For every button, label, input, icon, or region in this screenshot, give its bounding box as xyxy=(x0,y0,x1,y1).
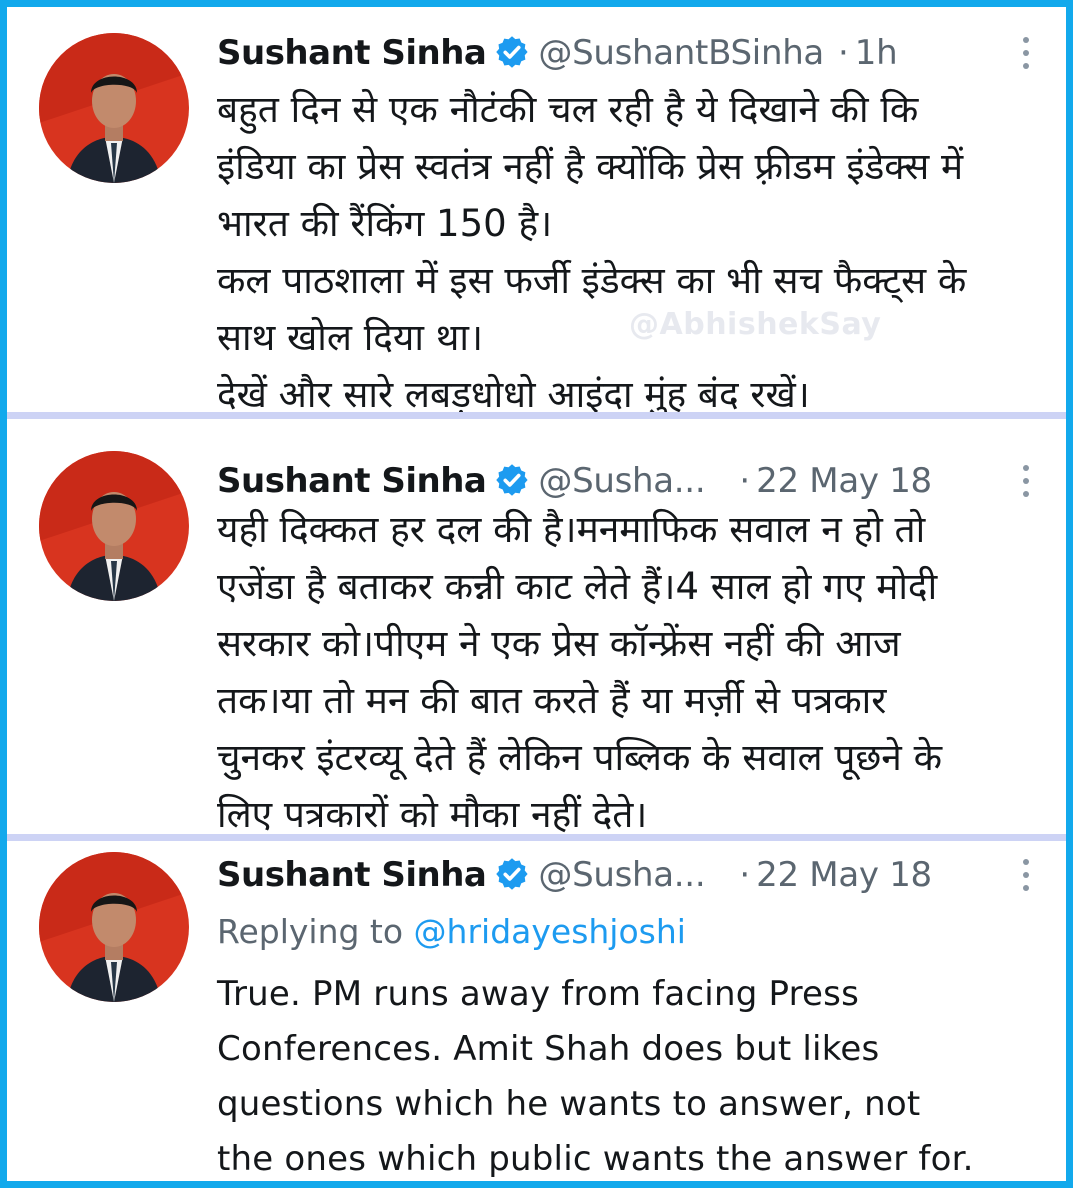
tweet-header: Sushant Sinha @Susha... · 22 May 18 xyxy=(217,455,1036,507)
avatar[interactable] xyxy=(39,451,189,601)
tweet-text-line: तक।या तो मन की बात करते हैं या मर्ज़ी से… xyxy=(217,679,887,722)
tweet-text-line: बहुत दिन से एक नौटंकी चल रही है ये दिखान… xyxy=(217,88,919,131)
avatar[interactable] xyxy=(39,852,189,1002)
author-handle[interactable]: @SushantBSinha xyxy=(538,33,824,73)
replying-to-label: Replying to xyxy=(217,912,404,951)
author-name[interactable]: Sushant Sinha xyxy=(217,855,487,895)
tweet-separator xyxy=(7,834,1066,841)
tweet-text-line: True. PM runs away from facing Press xyxy=(217,974,859,1014)
tweet-text-line: Conferences. Amit Shah does but likes xyxy=(217,1029,880,1069)
tweet-1[interactable]: Sushant Sinha @SushantBSinha · 1h बहुत दिन … xyxy=(7,7,1066,416)
tweet-3[interactable]: Sushant Sinha @Susha... · 22 May 18 Replyin… xyxy=(7,841,1066,1181)
tweet-text-line: साथ खोल दिया था। xyxy=(217,316,483,359)
tweet-header: Sushant Sinha @Susha... · 22 May 18 xyxy=(217,849,1036,901)
watermark: @AbhishekSay xyxy=(629,307,882,342)
avatar[interactable] xyxy=(39,33,189,183)
replying-to: Replying to @hridayeshjoshi xyxy=(217,907,686,957)
tweet-separator xyxy=(7,412,1066,419)
meta-separator: · xyxy=(739,461,751,501)
meta-separator: · xyxy=(837,33,849,73)
tweet-text-line: the ones which public wants the answer f… xyxy=(217,1139,974,1179)
tweet-text-line: इंडिया का प्रेस स्वतंत्र नहीं है क्योंकि… xyxy=(217,145,964,188)
reply-mention-link[interactable]: @hridayeshjoshi xyxy=(414,912,686,951)
tweet-text-line: सरकार को।पीएम ने एक प्रेस कॉन्फ्रेंस नही… xyxy=(217,622,901,665)
tweet-text: बहुत दिन से एक नौटंकी चल रही है ये दिखान… xyxy=(217,81,1036,423)
screenshot-frame: Sushant Sinha @SushantBSinha · 1h बहुत दिन … xyxy=(0,0,1073,1188)
tweet-text-line: चुनकर इंटरव्यू देते हैं लेकिन पब्लिक के … xyxy=(217,736,943,779)
tweet-2[interactable]: Sushant Sinha @Susha... · 22 May 18 यही दिक… xyxy=(7,419,1066,836)
verified-badge-icon xyxy=(496,36,528,68)
author-name[interactable]: Sushant Sinha xyxy=(217,33,487,73)
tweet-text: True. PM runs away from facing Press Con… xyxy=(217,967,1036,1181)
tweet-timestamp[interactable]: 22 May 18 xyxy=(756,461,932,501)
tweet-text-line: questions which he wants to answer, not xyxy=(217,1084,921,1124)
tweet-text-line: यही दिक्कत हर दल की है।मनमाफिक सवाल न हो… xyxy=(217,508,926,551)
author-handle[interactable]: @Susha... xyxy=(538,461,705,501)
tweet-timestamp[interactable]: 22 May 18 xyxy=(756,855,932,895)
tweet-header: Sushant Sinha @SushantBSinha · 1h xyxy=(217,27,1036,79)
meta-separator: · xyxy=(739,855,751,895)
author-name[interactable]: Sushant Sinha xyxy=(217,461,487,501)
verified-badge-icon xyxy=(496,464,528,496)
tweet-timestamp[interactable]: 1h xyxy=(855,33,898,73)
tweet-text-line: एजेंडा है बताकर कन्नी काट लेते हैं।4 साल… xyxy=(217,565,938,608)
tweet-text: यही दिक्कत हर दल की है।मनमाफिक सवाल न हो… xyxy=(217,501,1036,843)
more-options-icon[interactable] xyxy=(1020,857,1032,893)
author-handle[interactable]: @Susha... xyxy=(538,855,705,895)
more-options-icon[interactable] xyxy=(1020,35,1032,71)
tweet-text-line: कल पाठशाला में इस फर्जी इंडेक्स का भी सच… xyxy=(217,259,967,302)
verified-badge-icon xyxy=(496,858,528,890)
more-options-icon[interactable] xyxy=(1020,463,1032,499)
tweet-text-line: भारत की रैंकिंग 150 है। xyxy=(217,202,553,245)
